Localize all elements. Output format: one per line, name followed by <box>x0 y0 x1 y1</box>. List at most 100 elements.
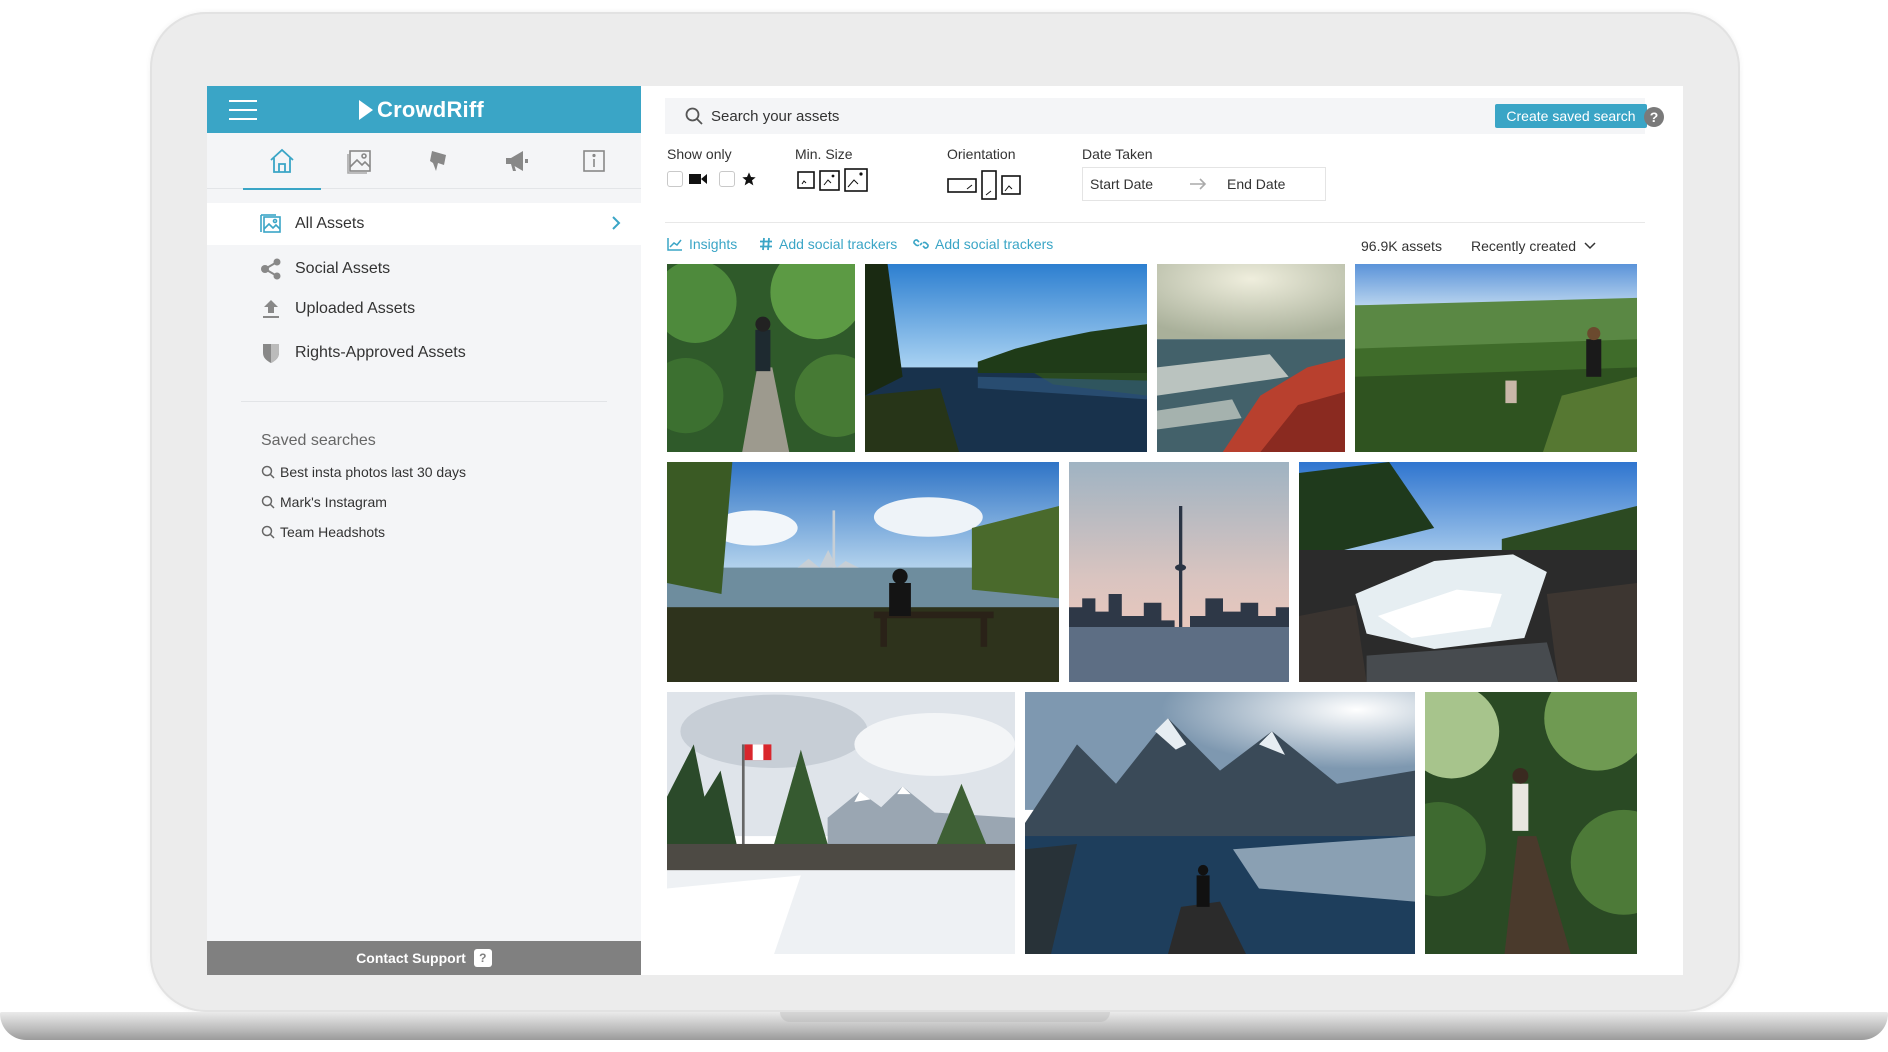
search-icon <box>261 495 275 509</box>
stream-icon <box>430 151 446 171</box>
asset-thumbnail[interactable] <box>667 264 855 452</box>
photo-toronto-bench <box>667 462 1059 682</box>
asset-thumbnail[interactable] <box>1157 264 1345 452</box>
search-icon <box>261 525 275 539</box>
asset-thumbnail[interactable] <box>667 692 1015 954</box>
tab-info[interactable] <box>555 133 633 189</box>
insights-link[interactable]: Insights <box>667 236 737 252</box>
hashtag-icon <box>760 237 772 251</box>
logo[interactable]: CrowdRiff <box>359 97 484 123</box>
orientation-label: Orientation <box>947 146 1016 162</box>
date-taken-label: Date Taken <box>1082 146 1153 162</box>
arrow-right-icon <box>1183 178 1213 190</box>
nav-list: All Assets Social Assets Uploaded Assets <box>207 203 641 373</box>
laptop-notch <box>780 1012 1110 1022</box>
square-icon[interactable] <box>1001 175 1021 195</box>
asset-thumbnail[interactable] <box>667 462 1059 682</box>
chart-line-icon <box>667 238 682 251</box>
photo-mountain-lake <box>1025 692 1415 954</box>
video-checkbox[interactable] <box>667 171 683 187</box>
info-icon <box>583 150 605 172</box>
asset-thumbnail[interactable] <box>1299 462 1637 682</box>
asset-thumbnail[interactable] <box>1425 692 1637 954</box>
sidebar-header: CrowdRiff <box>207 86 641 133</box>
photo-forest-path <box>667 264 855 452</box>
gallery-icon <box>347 150 371 174</box>
start-date-field[interactable]: Start Date <box>1083 176 1183 192</box>
photo-waterfall <box>1299 462 1637 682</box>
contact-support-button[interactable]: Contact Support ? <box>207 941 641 975</box>
saved-search-label: Mark's Instagram <box>280 494 387 510</box>
nav-all-assets[interactable]: All Assets <box>207 203 641 245</box>
photo-cn-tower-dusk <box>1069 462 1289 682</box>
chevron-down-icon <box>1584 242 1596 250</box>
hamburger-menu-icon[interactable] <box>229 100 257 120</box>
tab-gallery[interactable] <box>321 133 399 189</box>
tab-campaigns[interactable] <box>477 133 555 189</box>
sort-label: Recently created <box>1471 238 1577 254</box>
photo-jungle-trail <box>1425 692 1637 954</box>
sidebar: CrowdRiff All Assets Social Assets Uploa… <box>207 86 641 975</box>
asset-thumbnail[interactable] <box>1355 264 1637 452</box>
add-hashtag-tracker-link[interactable]: Add social trackers <box>759 236 897 252</box>
add-hashtag-tracker-label: Add social trackers <box>779 236 898 252</box>
nav-uploaded-assets-label: Uploaded Assets <box>295 300 416 317</box>
contact-support-label: Contact Support <box>356 950 466 966</box>
show-only-label: Show only <box>667 146 732 162</box>
upload-icon <box>259 297 283 321</box>
shield-icon <box>259 341 283 365</box>
nav-uploaded-assets[interactable]: Uploaded Assets <box>207 289 641 329</box>
asset-count: 96.9K assets <box>1361 238 1442 254</box>
star-icon <box>742 172 756 186</box>
asset-thumbnail[interactable] <box>1069 462 1289 682</box>
all-assets-icon <box>259 212 283 236</box>
orientation-options <box>947 170 1021 200</box>
saved-search-label: Team Headshots <box>280 524 386 540</box>
help-icon[interactable]: ? <box>1644 107 1664 127</box>
asset-thumbnail[interactable] <box>865 264 1147 452</box>
show-only-options <box>667 171 757 187</box>
asset-thumbnail[interactable] <box>1025 692 1415 954</box>
photo-banff-flag <box>667 692 1015 954</box>
portrait-icon[interactable] <box>981 170 997 200</box>
size-medium-icon[interactable] <box>819 169 840 191</box>
results-toolbar: Insights Add social trackers Add social … <box>641 232 1683 258</box>
create-saved-search-button[interactable]: Create saved search <box>1495 104 1647 128</box>
photo-red-cliffs <box>1157 264 1345 452</box>
featured-checkbox[interactable] <box>719 171 735 187</box>
add-link-tracker-link[interactable]: Add social trackers <box>913 236 1053 252</box>
app-screen: CrowdRiff All Assets Social Assets Uploa… <box>207 86 1683 975</box>
search-icon <box>685 107 703 125</box>
date-range: Start Date End Date <box>1082 167 1326 201</box>
search-bar: Create saved search <box>665 98 1647 134</box>
share-icon <box>259 257 283 281</box>
saved-search-item[interactable]: Mark's Instagram <box>261 494 641 510</box>
link-icon <box>913 239 929 249</box>
sort-dropdown[interactable]: Recently created <box>1471 238 1596 254</box>
min-size-label: Min. Size <box>795 146 853 162</box>
photo-forest-lake <box>865 264 1147 452</box>
end-date-field[interactable]: End Date <box>1213 176 1285 192</box>
megaphone-icon <box>506 151 528 171</box>
nav-social-assets[interactable]: Social Assets <box>207 249 641 289</box>
filters-divider <box>665 222 1645 223</box>
saved-searches-title: Saved searches <box>261 432 376 449</box>
saved-search-item[interactable]: Best insta photos last 30 days <box>261 464 641 480</box>
logo-chevron-icon <box>359 100 373 120</box>
help-badge-icon: ? <box>473 949 492 967</box>
video-icon <box>689 174 707 184</box>
nav-social-assets-label: Social Assets <box>295 260 391 277</box>
landscape-icon[interactable] <box>947 176 977 194</box>
nav-rights-approved-assets[interactable]: Rights-Approved Assets <box>207 333 641 373</box>
tab-stream[interactable] <box>399 133 477 189</box>
tab-home[interactable] <box>243 133 321 190</box>
search-icon <box>261 465 275 479</box>
search-input[interactable] <box>711 107 1391 125</box>
size-large-icon[interactable] <box>844 168 868 192</box>
saved-search-item[interactable]: Team Headshots <box>261 524 641 540</box>
home-icon <box>270 148 294 173</box>
sidebar-divider <box>241 401 607 402</box>
add-link-tracker-label: Add social trackers <box>935 236 1054 252</box>
photo-forest-hike <box>1355 264 1637 452</box>
size-small-icon[interactable] <box>797 171 815 189</box>
